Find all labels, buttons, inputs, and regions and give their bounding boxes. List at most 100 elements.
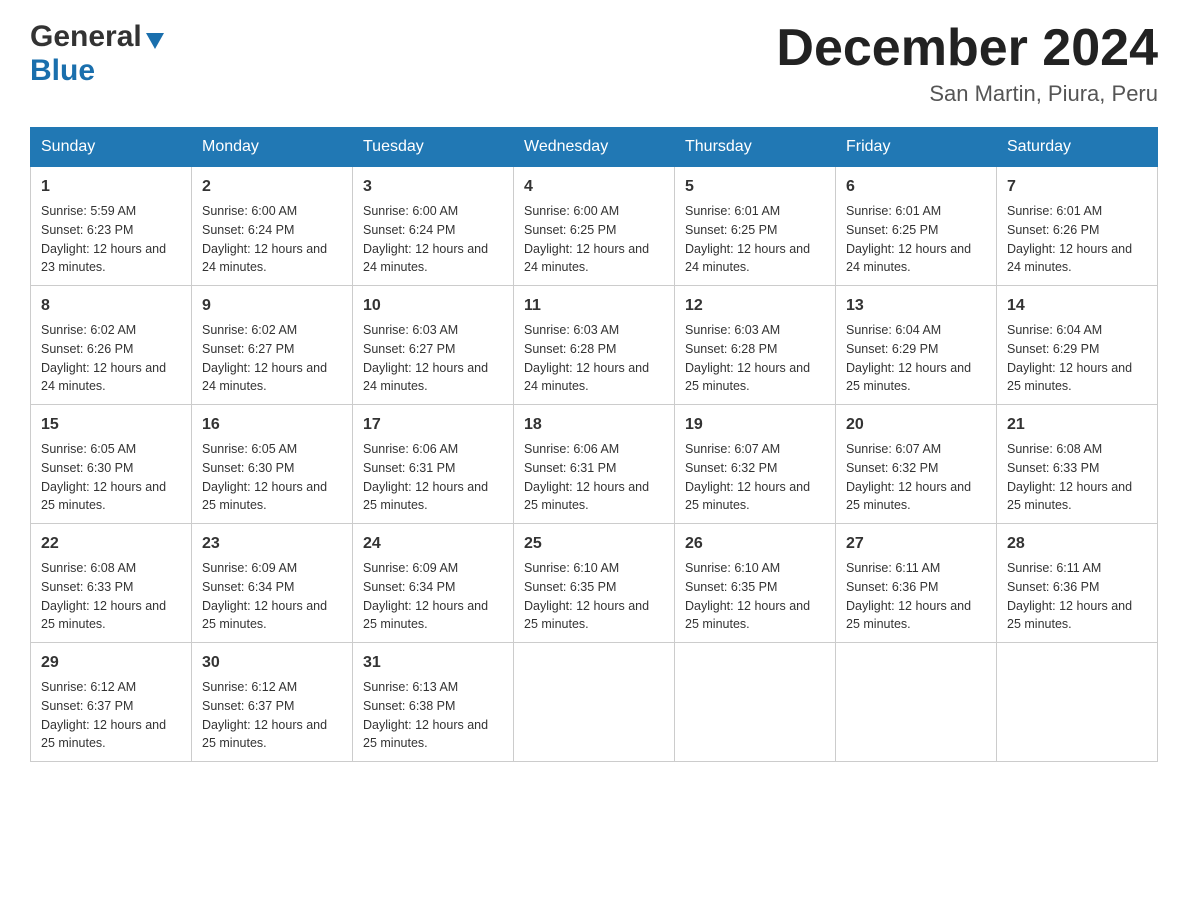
calendar-cell: 16 Sunrise: 6:05 AMSunset: 6:30 PMDayligh… <box>192 405 353 524</box>
daylight-text: Daylight: 12 hours and 24 minutes. <box>685 240 825 278</box>
calendar-cell: 4Sunrise: 6:00 AMSunset: 6:25 PMDaylight… <box>514 167 675 286</box>
daylight-text: Daylight: 12 hours and 24 minutes. <box>524 240 664 278</box>
calendar-cell: 21Sunrise: 6:08 AMSunset: 6:33 PMDayligh… <box>997 405 1158 524</box>
sunset-text: Sunset: 6:33 PM <box>41 578 181 597</box>
calendar-cell: 27 Sunrise: 6:11 AMSunset: 6:36 PMDayligh… <box>836 524 997 643</box>
calendar-cell: 14Sunrise: 6:04 AMSunset: 6:29 PMDayligh… <box>997 286 1158 405</box>
day-number: 1 <box>41 175 181 199</box>
daylight-text: Daylight: 12 hours and 23 minutes. <box>41 240 181 278</box>
day-info: Sunrise: 5:59 AMSunset: 6:23 PMDaylight:… <box>41 202 181 277</box>
sunrise-text: Sunrise: 6:00 AM <box>524 202 664 221</box>
day-info: Sunrise: 6:01 AMSunset: 6:26 PMDaylight:… <box>1007 202 1147 277</box>
sunrise-text: Sunrise: 6:07 AM <box>846 440 986 459</box>
day-info: Sunrise: 6:06 AMSunset: 6:31 PMDaylight:… <box>363 440 503 515</box>
header-monday: Monday <box>192 128 353 167</box>
title-area: December 2024 San Martin, Piura, Peru <box>776 20 1158 107</box>
day-info: Sunrise: 6:11 AMSunset: 6:36 PMDaylight:… <box>846 559 986 634</box>
calendar-cell <box>514 643 675 762</box>
day-info: Sunrise: 6:08 AMSunset: 6:33 PMDaylight:… <box>1007 440 1147 515</box>
sunset-text: Sunset: 6:29 PM <box>1007 340 1147 359</box>
logo-arrow-icon <box>144 29 166 51</box>
day-number: 6 <box>846 175 986 199</box>
calendar-cell <box>997 643 1158 762</box>
sunset-text: Sunset: 6:33 PM <box>1007 459 1147 478</box>
logo-general: General <box>30 20 142 54</box>
day-number: 27 <box>846 532 986 556</box>
location-subtitle: San Martin, Piura, Peru <box>776 81 1158 107</box>
calendar-cell: 11 Sunrise: 6:03 AMSunset: 6:28 PMDayligh… <box>514 286 675 405</box>
daylight-text: Daylight: 12 hours and 25 minutes. <box>685 478 825 516</box>
day-number: 25 <box>524 532 664 556</box>
day-number: 13 <box>846 294 986 318</box>
sunrise-text: Sunrise: 6:04 AM <box>846 321 986 340</box>
sunrise-text: Sunrise: 6:00 AM <box>363 202 503 221</box>
day-number: 16 <box>202 413 342 437</box>
sunrise-text: Sunrise: 6:02 AM <box>41 321 181 340</box>
daylight-text: Daylight: 12 hours and 25 minutes. <box>363 716 503 754</box>
day-number: 29 <box>41 651 181 675</box>
sunset-text: Sunset: 6:26 PM <box>1007 221 1147 240</box>
day-number: 18 <box>524 413 664 437</box>
day-number: 5 <box>685 175 825 199</box>
header-saturday: Saturday <box>997 128 1158 167</box>
calendar-cell: 28Sunrise: 6:11 AMSunset: 6:36 PMDayligh… <box>997 524 1158 643</box>
day-info: Sunrise: 6:00 AMSunset: 6:24 PMDaylight:… <box>202 202 342 277</box>
daylight-text: Daylight: 12 hours and 25 minutes. <box>41 597 181 635</box>
header-tuesday: Tuesday <box>353 128 514 167</box>
sunrise-text: Sunrise: 6:01 AM <box>1007 202 1147 221</box>
week-row: 1 Sunrise: 5:59 AMSunset: 6:23 PMDaylight… <box>31 167 1158 286</box>
sunrise-text: Sunrise: 6:10 AM <box>685 559 825 578</box>
daylight-text: Daylight: 12 hours and 25 minutes. <box>1007 597 1147 635</box>
day-number: 11 <box>524 294 664 318</box>
daylight-text: Daylight: 12 hours and 25 minutes. <box>1007 359 1147 397</box>
sunset-text: Sunset: 6:37 PM <box>41 697 181 716</box>
sunrise-text: Sunrise: 6:01 AM <box>846 202 986 221</box>
day-info: Sunrise: 6:05 AMSunset: 6:30 PMDaylight:… <box>202 440 342 515</box>
week-row: 15Sunrise: 6:05 AMSunset: 6:30 PMDayligh… <box>31 405 1158 524</box>
sunrise-text: Sunrise: 6:08 AM <box>41 559 181 578</box>
day-info: Sunrise: 6:02 AMSunset: 6:27 PMDaylight:… <box>202 321 342 396</box>
calendar-cell <box>836 643 997 762</box>
month-title: December 2024 <box>776 20 1158 77</box>
daylight-text: Daylight: 12 hours and 25 minutes. <box>846 597 986 635</box>
sunset-text: Sunset: 6:24 PM <box>202 221 342 240</box>
calendar-table: Sunday Monday Tuesday Wednesday Thursday… <box>30 127 1158 762</box>
day-number: 19 <box>685 413 825 437</box>
logo: General Blue <box>30 20 166 88</box>
day-number: 23 <box>202 532 342 556</box>
sunset-text: Sunset: 6:37 PM <box>202 697 342 716</box>
day-info: Sunrise: 6:04 AMSunset: 6:29 PMDaylight:… <box>1007 321 1147 396</box>
daylight-text: Daylight: 12 hours and 24 minutes. <box>524 359 664 397</box>
sunset-text: Sunset: 6:26 PM <box>41 340 181 359</box>
sunrise-text: Sunrise: 6:08 AM <box>1007 440 1147 459</box>
day-info: Sunrise: 6:00 AMSunset: 6:25 PMDaylight:… <box>524 202 664 277</box>
day-info: Sunrise: 6:01 AMSunset: 6:25 PMDaylight:… <box>685 202 825 277</box>
day-info: Sunrise: 6:02 AMSunset: 6:26 PMDaylight:… <box>41 321 181 396</box>
day-info: Sunrise: 6:04 AMSunset: 6:29 PMDaylight:… <box>846 321 986 396</box>
daylight-text: Daylight: 12 hours and 24 minutes. <box>363 359 503 397</box>
daylight-text: Daylight: 12 hours and 25 minutes. <box>41 478 181 516</box>
calendar-cell: 15Sunrise: 6:05 AMSunset: 6:30 PMDayligh… <box>31 405 192 524</box>
day-info: Sunrise: 6:10 AMSunset: 6:35 PMDaylight:… <box>524 559 664 634</box>
sunset-text: Sunset: 6:32 PM <box>846 459 986 478</box>
sunset-text: Sunset: 6:31 PM <box>524 459 664 478</box>
sunset-text: Sunset: 6:36 PM <box>1007 578 1147 597</box>
day-info: Sunrise: 6:10 AMSunset: 6:35 PMDaylight:… <box>685 559 825 634</box>
calendar-cell: 22Sunrise: 6:08 AMSunset: 6:33 PMDayligh… <box>31 524 192 643</box>
sunset-text: Sunset: 6:31 PM <box>363 459 503 478</box>
day-info: Sunrise: 6:08 AMSunset: 6:33 PMDaylight:… <box>41 559 181 634</box>
sunset-text: Sunset: 6:30 PM <box>202 459 342 478</box>
sunset-text: Sunset: 6:34 PM <box>202 578 342 597</box>
day-info: Sunrise: 6:03 AMSunset: 6:28 PMDaylight:… <box>524 321 664 396</box>
sunset-text: Sunset: 6:35 PM <box>524 578 664 597</box>
sunrise-text: Sunrise: 6:03 AM <box>685 321 825 340</box>
calendar-cell: 8Sunrise: 6:02 AMSunset: 6:26 PMDaylight… <box>31 286 192 405</box>
daylight-text: Daylight: 12 hours and 25 minutes. <box>685 597 825 635</box>
sunrise-text: Sunrise: 6:09 AM <box>202 559 342 578</box>
day-info: Sunrise: 6:05 AMSunset: 6:30 PMDaylight:… <box>41 440 181 515</box>
sunrise-text: Sunrise: 6:03 AM <box>363 321 503 340</box>
calendar-cell: 9Sunrise: 6:02 AMSunset: 6:27 PMDaylight… <box>192 286 353 405</box>
sunset-text: Sunset: 6:30 PM <box>41 459 181 478</box>
sunrise-text: Sunrise: 6:03 AM <box>524 321 664 340</box>
daylight-text: Daylight: 12 hours and 25 minutes. <box>363 478 503 516</box>
